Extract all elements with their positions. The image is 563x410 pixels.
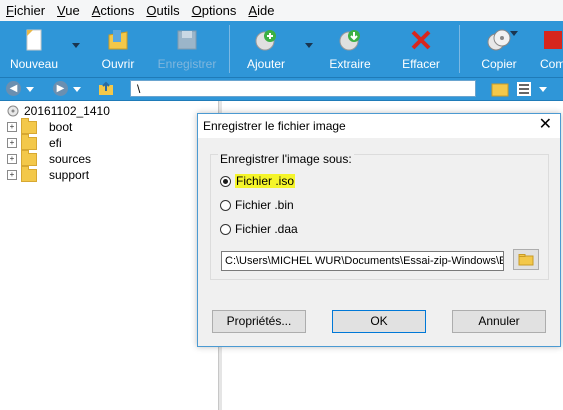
tree-item-efi[interactable]: + efi	[7, 133, 62, 151]
extract-icon	[339, 30, 360, 51]
toolbar: Nouveau Ouvrir Enregistrer Ajouter Extra…	[0, 21, 563, 78]
browse-folder-icon[interactable]	[491, 81, 509, 97]
disc-icon	[7, 105, 19, 117]
radio-bin[interactable]: Fichier .bin	[220, 197, 294, 213]
radio-bin-button[interactable]	[220, 199, 231, 211]
tree-root-label: 20161102_1410	[24, 104, 110, 118]
toolbar-separator	[229, 25, 230, 73]
menu-bar: Fichier Vue Actions Outils Options Aide	[0, 0, 563, 21]
radio-daa[interactable]: Fichier .daa	[220, 221, 298, 237]
path-field[interactable]: C:\Users\MICHEL WUR\Documents\Essai-zip-…	[221, 251, 504, 271]
copier-dropdown-arrow[interactable]	[510, 31, 518, 36]
folder-icon	[21, 133, 37, 150]
compress-icon	[544, 31, 562, 49]
back-icon[interactable]: ◀	[6, 81, 21, 96]
copier-button[interactable]: Copier	[480, 21, 518, 77]
folder-icon	[518, 253, 534, 265]
save-image-dialog: Enregistrer le fichier image ✕ Enregistr…	[197, 113, 561, 347]
tree-item-boot[interactable]: + boot	[7, 117, 73, 135]
menu-actions[interactable]: Actions	[86, 0, 141, 21]
menu-outils[interactable]: Outils	[140, 0, 185, 21]
forward-dropdown-arrow[interactable]	[73, 87, 81, 92]
radio-daa-button[interactable]	[220, 223, 231, 235]
folder-tree: 20161102_1410 + boot + efi + sources + s…	[0, 101, 218, 410]
enregistrer-button[interactable]: Enregistrer	[157, 21, 217, 77]
ajouter-dropdown-arrow[interactable]	[305, 43, 313, 48]
nouveau-button[interactable]: Nouveau	[8, 21, 60, 77]
enregistrer-label: Enregistrer	[157, 57, 217, 71]
menu-vue[interactable]: Vue	[51, 0, 86, 21]
ajouter-button[interactable]: Ajouter	[243, 21, 289, 77]
nouveau-dropdown-arrow[interactable]	[72, 43, 80, 48]
folder-icon	[21, 117, 37, 134]
nouveau-label: Nouveau	[9, 57, 59, 71]
menu-aide[interactable]: Aide	[242, 0, 280, 21]
expand-icon[interactable]: +	[7, 154, 17, 164]
open-folder-icon	[108, 30, 128, 50]
forward-icon[interactable]: ▶	[53, 81, 68, 96]
close-icon[interactable]: ✕	[539, 116, 552, 134]
tree-item-label: boot	[49, 120, 73, 134]
copier-label: Copier	[481, 57, 517, 71]
effacer-button[interactable]: Effacer	[401, 21, 441, 77]
comp-label: Comp	[540, 57, 563, 71]
address-field[interactable]: \	[130, 80, 476, 97]
view-dropdown-arrow[interactable]	[539, 87, 547, 92]
folder-icon	[21, 165, 37, 182]
radio-daa-label: Fichier .daa	[235, 222, 298, 236]
expand-icon[interactable]: +	[7, 138, 17, 148]
view-mode-icon[interactable]	[517, 82, 531, 96]
extraire-label: Extraire	[329, 57, 371, 71]
delete-icon	[411, 30, 431, 50]
tree-item-label: sources	[49, 152, 92, 166]
browse-button[interactable]	[513, 249, 539, 270]
radio-iso-label: Fichier .iso	[235, 174, 296, 188]
save-icon	[177, 30, 197, 50]
comp-button[interactable]: Comp	[540, 21, 563, 77]
add-icon	[255, 30, 276, 51]
tree-item-label: efi	[49, 136, 62, 150]
radio-iso[interactable]: Fichier .iso	[220, 173, 296, 189]
dialog-title: Enregistrer le fichier image	[203, 119, 346, 133]
effacer-label: Effacer	[402, 57, 440, 71]
menu-options[interactable]: Options	[186, 0, 243, 21]
tree-item-support[interactable]: + support	[7, 165, 90, 183]
menu-fichier[interactable]: Fichier	[0, 0, 51, 21]
navigation-bar: ◀ ▶ \	[0, 78, 563, 101]
tree-item-label: support	[49, 168, 90, 182]
radio-iso-button[interactable]	[220, 175, 231, 187]
up-folder-icon[interactable]	[98, 81, 114, 97]
tree-item-sources[interactable]: + sources	[7, 149, 92, 167]
toolbar-separator	[459, 25, 460, 73]
save-as-group-label: Enregistrer l'image sous:	[218, 152, 354, 166]
copy-disc-icon	[487, 29, 511, 51]
properties-button[interactable]: Propriétés...	[212, 310, 306, 333]
ouvrir-label: Ouvrir	[101, 57, 135, 71]
ouvrir-button[interactable]: Ouvrir	[97, 21, 139, 77]
cancel-button[interactable]: Annuler	[452, 310, 546, 333]
ok-button[interactable]: OK	[332, 310, 426, 333]
ajouter-label: Ajouter	[246, 57, 286, 71]
dialog-title-bar: Enregistrer le fichier image ✕	[198, 114, 560, 138]
folder-icon	[21, 149, 37, 166]
expand-icon[interactable]: +	[7, 122, 17, 132]
extraire-button[interactable]: Extraire	[328, 21, 372, 77]
new-file-icon	[26, 29, 42, 51]
radio-bin-label: Fichier .bin	[235, 198, 294, 212]
expand-icon[interactable]: +	[7, 170, 17, 180]
back-dropdown-arrow[interactable]	[26, 87, 34, 92]
